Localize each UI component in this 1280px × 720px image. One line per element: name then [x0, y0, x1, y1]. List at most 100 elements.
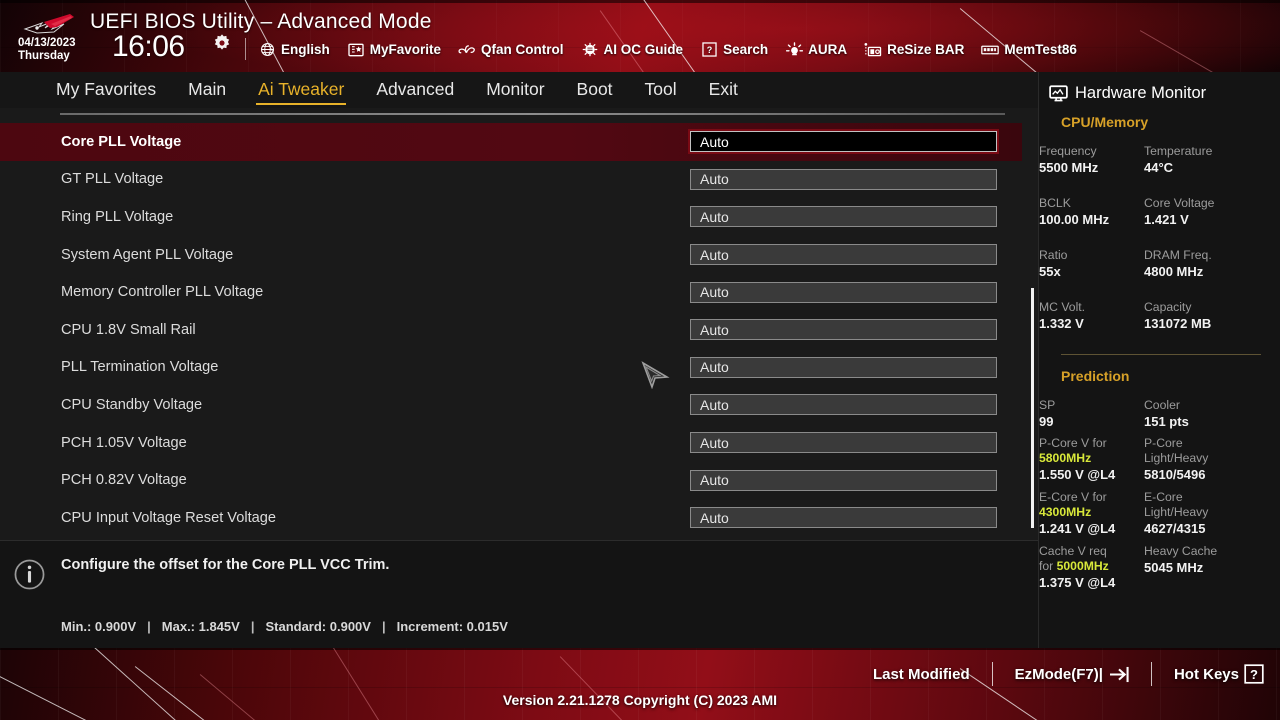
hardware-monitor-entry-value: 1.550 V @L4 [1039, 467, 1116, 482]
hardware-monitor-entry-value: 55x [1039, 264, 1061, 279]
header-tool-ai-oc-guide[interactable]: AI OC Guide [581, 41, 683, 58]
nav-item-main[interactable]: Main [172, 77, 242, 103]
hardware-monitor-entry-key-text: Cooler [1144, 398, 1180, 412]
hot-keys-button[interactable]: Hot Keys ? [1174, 664, 1264, 684]
hardware-monitor-entry: SP 99 [1039, 398, 1135, 430]
setting-row-label: System Agent PLL Voltage [61, 246, 234, 263]
hardware-monitor-entry: Core Voltage 1.421 V [1144, 196, 1240, 228]
setting-row[interactable]: PCH 1.05V Voltage Auto [0, 424, 1022, 462]
help-sep: | [381, 619, 386, 634]
hardware-monitor-entry-key: Heavy Cache [1144, 544, 1240, 559]
setting-row[interactable]: Memory Controller PLL Voltage Auto [0, 273, 1022, 311]
setting-row[interactable]: CPU 1.8V Small Rail Auto [0, 311, 1022, 349]
ezmode-button[interactable]: EzMode(F7)| [1015, 666, 1129, 683]
header-tool-resize-bar[interactable]: ReSize BAR [864, 41, 964, 58]
setting-value-text: Auto [700, 321, 729, 338]
svg-text:?: ? [706, 45, 712, 55]
last-modified-label: Last Modified [872, 665, 970, 683]
hardware-monitor-entry-value: 1.332 V [1039, 316, 1084, 331]
gear-icon[interactable] [212, 33, 232, 53]
hardware-monitor-entry-value: 44°C [1144, 160, 1174, 175]
help-standard: Standard: 0.900V [265, 619, 371, 634]
hardware-monitor-entry: Cooler 151 pts [1144, 398, 1240, 430]
setting-value-field[interactable]: Auto [690, 319, 997, 341]
info-icon [14, 559, 45, 590]
hardware-monitor-entry-key-text: Heavy Cache [1144, 544, 1218, 558]
setting-row-label: CPU 1.8V Small Rail [61, 321, 196, 338]
hardware-monitor-entry-value: 5810/5496 [1144, 467, 1206, 482]
hardware-monitor-section-title: CPU/Memory [1061, 114, 1149, 130]
arrow-right-box-icon [1109, 666, 1129, 682]
nav-item-ai-tweaker[interactable]: Ai Tweaker [242, 77, 360, 105]
scrollbar-thumb[interactable] [1031, 288, 1034, 528]
setting-row[interactable]: CPU Standby Voltage Auto [0, 386, 1022, 424]
hardware-monitor-entry-key-text: P-Core Light/Heavy [1144, 436, 1209, 465]
setting-row[interactable]: GT PLL Voltage Auto [0, 161, 1022, 199]
hardware-monitor-entry-key: DRAM Freq. [1144, 248, 1240, 263]
hardware-monitor-entry: MC Volt. 1.332 V [1039, 300, 1135, 332]
hardware-monitor-entry-key: SP [1039, 398, 1135, 413]
question-box-icon: ? [700, 41, 718, 58]
resize-bar-icon [864, 41, 882, 58]
hot-keys-label: Hot Keys [1173, 665, 1239, 683]
header-tool-memtest86[interactable]: MemTest86 [981, 41, 1077, 58]
nav-item-boot[interactable]: Boot [561, 77, 629, 103]
setting-value-field[interactable]: Auto [690, 432, 997, 454]
hardware-monitor-panel: Hardware Monitor CPU/Memory Frequency 5500… [1038, 72, 1280, 648]
list-top-divider [60, 113, 1005, 115]
setting-row[interactable]: Ring PLL Voltage Auto [0, 198, 1022, 236]
hardware-monitor-entry-key: Core Voltage [1144, 196, 1240, 211]
nav-item-my-favorites[interactable]: My Favorites [40, 77, 172, 103]
header-tool-aura[interactable]: AURA [785, 41, 847, 58]
hardware-monitor-entry-key-text: Core Voltage [1144, 196, 1215, 210]
setting-value-field[interactable]: Auto [690, 206, 997, 228]
hardware-monitor-entry-key: E-Core V for 4300MHz [1039, 490, 1135, 520]
header-tool-myfavorite[interactable]: MyFavorite [347, 41, 441, 58]
setting-row[interactable]: CPU Input Voltage Reset Voltage Auto [0, 499, 1022, 537]
setting-row[interactable]: System Agent PLL Voltage Auto [0, 236, 1022, 274]
nav-item-monitor[interactable]: Monitor [470, 77, 560, 103]
hardware-monitor-entry-key: Cooler [1144, 398, 1240, 413]
nav-item-exit[interactable]: Exit [693, 77, 754, 103]
setting-value-text: Auto [700, 472, 729, 489]
setting-value-field[interactable]: Auto [690, 168, 997, 190]
help-sep: | [250, 619, 255, 634]
nav-item-tool[interactable]: Tool [629, 77, 693, 103]
header-tool-label: Qfan Control [481, 42, 564, 57]
hardware-monitor-entry: Ratio 55x [1039, 248, 1135, 280]
header-tool-qfan-control[interactable]: Qfan Control [458, 41, 564, 58]
setting-value-field[interactable]: Auto [690, 131, 997, 153]
setting-value-field[interactable]: Auto [690, 244, 997, 266]
hardware-monitor-entry-key: Temperature [1144, 144, 1240, 159]
hardware-monitor-entry: E-Core Light/Heavy 4627/4315 [1144, 490, 1240, 537]
hardware-monitor-entry-key-text: Frequency [1039, 144, 1097, 158]
setting-value-field[interactable]: Auto [690, 394, 997, 416]
help-max: Max.: 1.845V [161, 619, 240, 634]
question-box-icon: ? [1244, 664, 1264, 684]
setting-row-label: Core PLL Voltage [61, 133, 182, 150]
setting-row[interactable]: PCH 0.82V Voltage Auto [0, 461, 1022, 499]
hardware-monitor-entry-value: 151 pts [1144, 414, 1189, 429]
setting-value-field[interactable]: Auto [690, 281, 997, 303]
hardware-monitor-section-title: Prediction [1061, 368, 1130, 384]
hardware-monitor-entry-value: 5500 MHz [1039, 160, 1099, 175]
hardware-monitor-entry: Cache V req for 5000MHz 1.375 V @L4 [1039, 544, 1135, 591]
setting-row[interactable]: Core PLL Voltage Auto [0, 123, 1022, 161]
setting-value-field[interactable]: Auto [690, 469, 997, 491]
last-modified-button[interactable]: Last Modified [873, 666, 970, 683]
header-tool-search[interactable]: ? Search [700, 41, 768, 58]
hardware-monitor-entry-key: P-Core V for 5800MHz [1039, 436, 1135, 466]
hardware-monitor-entry-value: 1.375 V @L4 [1039, 575, 1116, 590]
header-tool-english[interactable]: English [258, 41, 330, 58]
nav-item-advanced[interactable]: Advanced [360, 77, 470, 103]
setting-value-field[interactable]: Auto [690, 356, 997, 378]
hardware-monitor-entry-key-text: DRAM Freq. [1144, 248, 1212, 262]
chip-icon [581, 41, 599, 58]
setting-row[interactable]: PLL Termination Voltage Auto [0, 349, 1022, 387]
mouse-cursor [641, 361, 670, 389]
setting-row-label: CPU Standby Voltage [61, 396, 203, 413]
hardware-monitor-entry-key-highlight: 5800MHz [1039, 451, 1092, 465]
hardware-monitor-title: Hardware Monitor [1049, 84, 1206, 103]
setting-value-field[interactable]: Auto [690, 507, 997, 529]
setting-value-text: Auto [700, 284, 729, 301]
